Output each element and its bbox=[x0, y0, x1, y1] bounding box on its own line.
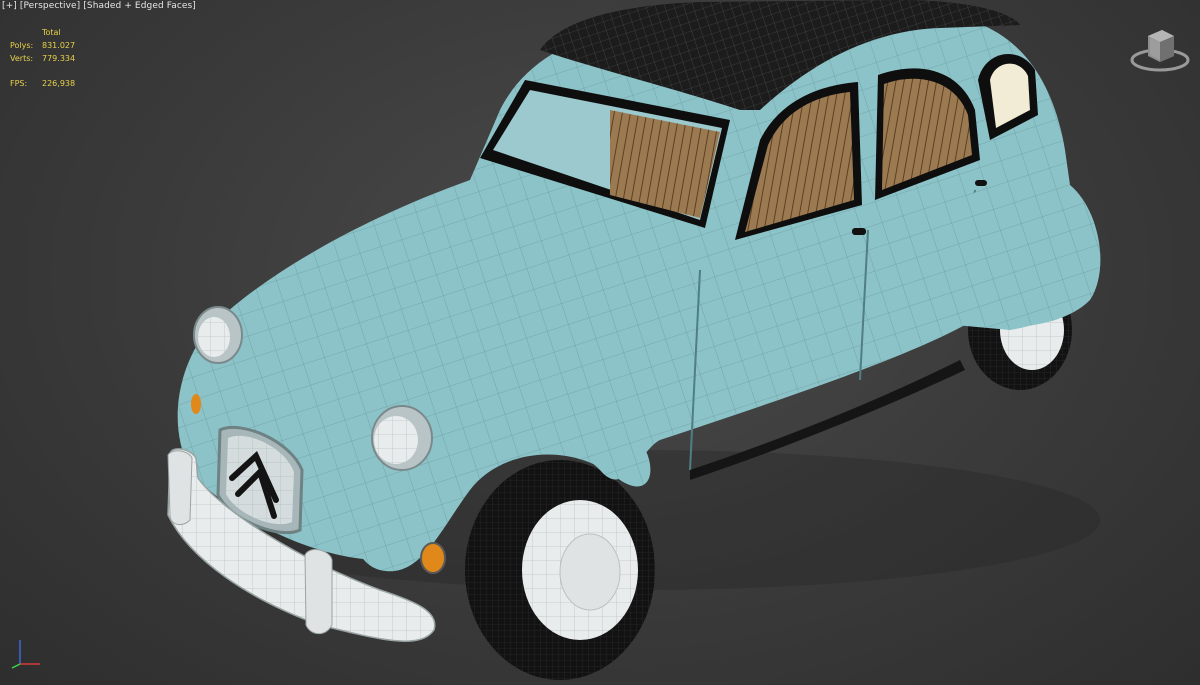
stats-fps-value: 226,938 bbox=[42, 79, 76, 88]
stats-fps-label: FPS: bbox=[10, 79, 28, 88]
stats-verts-value: 779.334 bbox=[42, 54, 76, 63]
stats-verts-label: Verts: bbox=[10, 54, 34, 63]
viewport-shading-mode[interactable]: [Shaded + Edged Faces] bbox=[83, 1, 196, 11]
stats-total-header: Total bbox=[42, 28, 61, 37]
viewport-statistics: Total Polys: 831.027 Verts: 779.334 FPS:… bbox=[10, 26, 112, 90]
viewcube-icon[interactable] bbox=[1128, 20, 1192, 74]
stats-polys-label: Polys: bbox=[10, 41, 34, 50]
axis-tripod-icon bbox=[11, 640, 40, 669]
viewport-point-of-view[interactable]: [Perspective] bbox=[20, 1, 80, 11]
viewport-label[interactable]: [+] [Perspective] [Shaded + Edged Faces] bbox=[2, 1, 196, 11]
car-model-render[interactable] bbox=[0, 0, 1200, 685]
viewport-menu-plus[interactable]: [+] bbox=[2, 1, 17, 11]
perspective-viewport[interactable]: [+] [Perspective] [Shaded + Edged Faces]… bbox=[0, 0, 1200, 685]
stats-polys-value: 831.027 bbox=[42, 41, 76, 50]
